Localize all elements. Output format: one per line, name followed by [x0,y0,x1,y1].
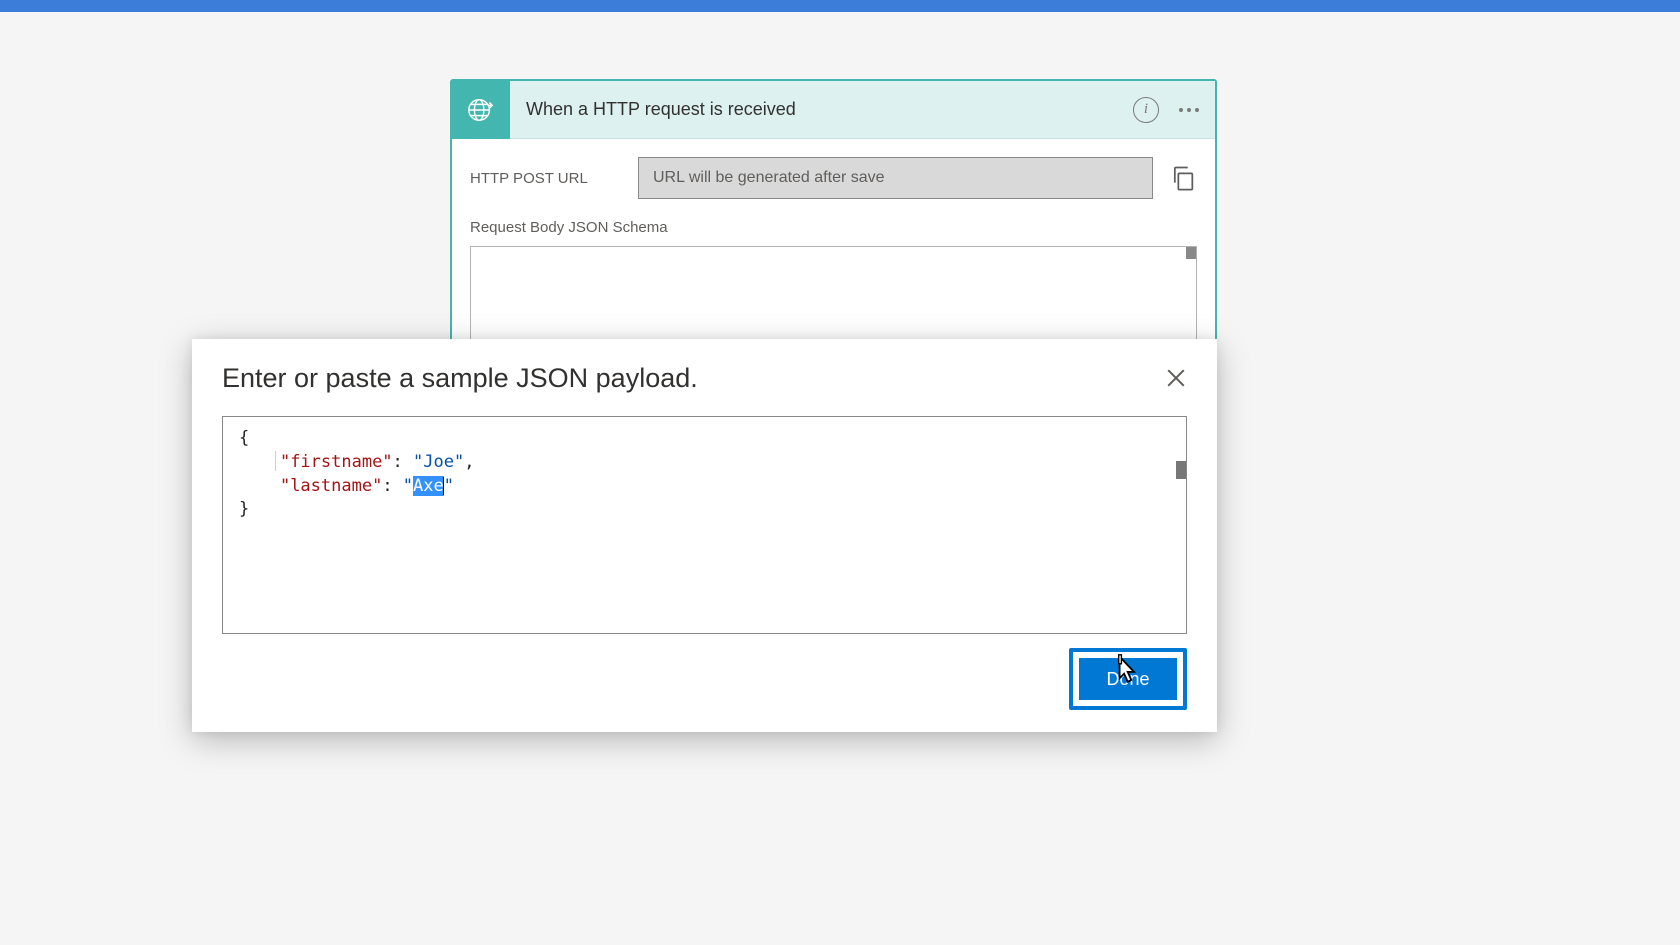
copy-icon[interactable] [1169,164,1197,192]
json-selection: Axe [413,476,444,496]
sample-payload-modal: Enter or paste a sample JSON payload. { … [192,339,1217,732]
more-dots-icon[interactable] [1177,102,1201,118]
json-payload-input[interactable]: { "firstname": "Joe", "lastname": "Axe" … [222,416,1187,634]
post-url-input[interactable]: URL will be generated after save [638,157,1153,199]
schema-label: Request Body JSON Schema [470,219,1197,236]
json-key-firstname: "firstname" [280,452,393,472]
close-icon[interactable] [1165,367,1187,389]
schema-textarea[interactable] [470,246,1197,346]
done-button-highlight: Done [1069,648,1187,710]
modal-title: Enter or paste a sample JSON payload. [222,363,698,394]
trigger-title: When a HTTP request is received [510,99,1133,120]
done-button[interactable]: Done [1079,658,1177,700]
trigger-header[interactable]: When a HTTP request is received i [452,81,1215,139]
info-icon[interactable]: i [1133,97,1159,123]
scrollbar-thumb[interactable] [1176,461,1186,479]
post-url-row: HTTP POST URL URL will be generated afte… [470,157,1197,199]
top-bar [0,0,1680,12]
json-close-brace: } [239,499,249,519]
json-val-firstname: "Joe" [413,452,464,472]
json-open-brace: { [239,428,249,448]
json-key-lastname: "lastname" [280,476,382,496]
http-globe-icon [452,81,510,139]
post-url-label: HTTP POST URL [470,170,638,187]
modal-header: Enter or paste a sample JSON payload. [222,363,1187,394]
modal-footer: Done [222,648,1187,710]
